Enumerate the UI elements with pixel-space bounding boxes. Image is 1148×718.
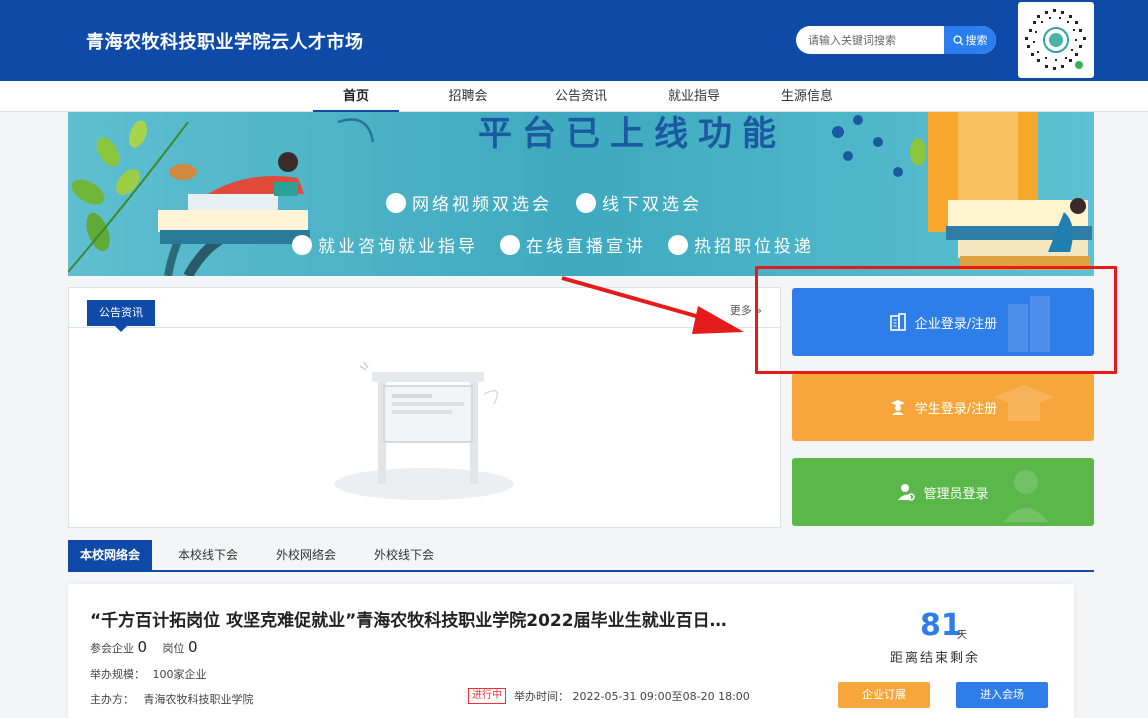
positions-label: 岗位 bbox=[162, 642, 185, 655]
nav-item-student-sources[interactable]: 生源信息 bbox=[771, 81, 843, 112]
qr-code-icon bbox=[1025, 9, 1086, 70]
company-subscribe-button[interactable]: 企业订展 bbox=[838, 682, 930, 708]
time-label: 举办时间： bbox=[514, 690, 569, 703]
remaining-label: 距离结束剩余 bbox=[890, 651, 981, 666]
annotation-highlight-box bbox=[755, 266, 1117, 374]
student-login-button[interactable]: 学生登录/注册 bbox=[792, 373, 1094, 441]
empty-state-illustration bbox=[334, 361, 514, 500]
user-gear-deco-icon bbox=[1004, 470, 1048, 522]
host-value: 青海农牧科技职业学院 bbox=[143, 693, 254, 706]
graduation-cap-deco-icon bbox=[994, 385, 1054, 421]
banner-feature-offline-fair: 线下双选会 bbox=[602, 195, 702, 215]
banner-features-line-1: 网络视频双选会 线下双选会 bbox=[386, 190, 702, 215]
tab-school-online-fair[interactable]: 本校网络会 bbox=[68, 540, 153, 570]
nav-item-home[interactable]: 首页 bbox=[313, 81, 399, 113]
enter-venue-button[interactable]: 进入会场 bbox=[956, 682, 1048, 708]
banner-features-line-2: 就业咨询就业指导 在线直播宣讲 热招职位投递 bbox=[292, 232, 814, 257]
status-badge: 进行中 bbox=[468, 688, 506, 704]
host-label: 主办方： bbox=[90, 693, 134, 706]
job-fair-host: 主办方： 青海农牧科技职业学院 bbox=[90, 691, 254, 707]
search-button[interactable]: 搜索 bbox=[944, 26, 996, 54]
time-value: 2022-05-31 09:00至08-20 18:00 bbox=[572, 690, 750, 703]
announcements-tab[interactable]: 公告资讯 bbox=[87, 300, 155, 332]
job-fair-scale: 举办规模： 100家企业 bbox=[90, 666, 207, 682]
job-fair-tabs: 本校网络会 本校线下会 外校网络会 外校线下会 bbox=[68, 540, 1094, 572]
nav-item-announcements[interactable]: 公告资讯 bbox=[545, 81, 617, 112]
site-header: 青海农牧科技职业学院云人才市场 搜索 bbox=[0, 0, 1148, 81]
graduation-cap-icon bbox=[668, 234, 688, 255]
tab-external-online-fair[interactable]: 外校网络会 bbox=[276, 540, 336, 570]
nav-item-job-fairs[interactable]: 招聘会 bbox=[432, 81, 504, 112]
job-fair-time: 举办时间： 2022-05-31 09:00至08-20 18:00 bbox=[514, 688, 750, 704]
annotation-arrow bbox=[561, 276, 744, 334]
scale-label: 举办规模： bbox=[90, 668, 145, 681]
job-fair-stats: 参会企业 0 岗位 0 bbox=[90, 638, 198, 656]
nav-item-career-guidance[interactable]: 就业指导 bbox=[658, 81, 730, 112]
chat-bubble-icon bbox=[576, 192, 596, 213]
search-button-label: 搜索 bbox=[965, 34, 988, 47]
job-fair-title[interactable]: “千方百计拓岗位 攻坚克难促就业”青海农牧科技职业学院2022届毕业生就业百日… bbox=[90, 606, 727, 631]
positions-count: 0 bbox=[188, 638, 198, 656]
companies-count: 0 bbox=[137, 638, 148, 656]
video-camera-icon bbox=[292, 234, 312, 255]
banner-feature-video-fair: 网络视频双选会 bbox=[412, 195, 552, 215]
job-fair-card: “千方百计拓岗位 攻坚克难促就业”青海农牧科技职业学院2022届毕业生就业百日…… bbox=[68, 584, 1074, 718]
banner-heading: 平台已上线功能 bbox=[478, 114, 786, 154]
banner-illustration-right bbox=[832, 112, 1092, 270]
student-icon bbox=[890, 400, 905, 415]
hero-banner: 平台已上线功能 网络视频双选会 线下双选会 就业咨询就业指导 在线直播宣讲 热招… bbox=[68, 112, 1094, 276]
days-left-count: 81 bbox=[920, 608, 962, 643]
banner-feature-hot-jobs: 热招职位投递 bbox=[694, 237, 814, 257]
video-chat-icon bbox=[386, 192, 406, 213]
mini-program-qr-code bbox=[1018, 2, 1094, 78]
days-unit: 天 bbox=[957, 630, 967, 641]
search-icon bbox=[952, 34, 964, 46]
banner-feature-live-stream: 在线直播宣讲 bbox=[526, 237, 646, 257]
admin-user-icon bbox=[898, 484, 916, 501]
search-box: 搜索 bbox=[796, 26, 996, 54]
tab-external-offline-fair[interactable]: 外校线下会 bbox=[374, 540, 434, 570]
tab-school-offline-fair[interactable]: 本校线下会 bbox=[178, 540, 238, 570]
search-input[interactable] bbox=[796, 26, 946, 54]
admin-login-label: 管理员登录 bbox=[923, 486, 989, 502]
site-title: 青海农牧科技职业学院云人才市场 bbox=[86, 32, 364, 53]
main-nav: 首页 招聘会 公告资讯 就业指导 生源信息 bbox=[0, 81, 1148, 113]
admin-login-button[interactable]: 管理员登录 bbox=[792, 458, 1094, 526]
companies-label: 参会企业 bbox=[90, 642, 134, 655]
banner-feature-consulting: 就业咨询就业指导 bbox=[318, 237, 478, 257]
student-login-label: 学生登录/注册 bbox=[914, 401, 998, 417]
megaphone-icon bbox=[500, 234, 520, 255]
scale-value: 100家企业 bbox=[152, 668, 207, 681]
